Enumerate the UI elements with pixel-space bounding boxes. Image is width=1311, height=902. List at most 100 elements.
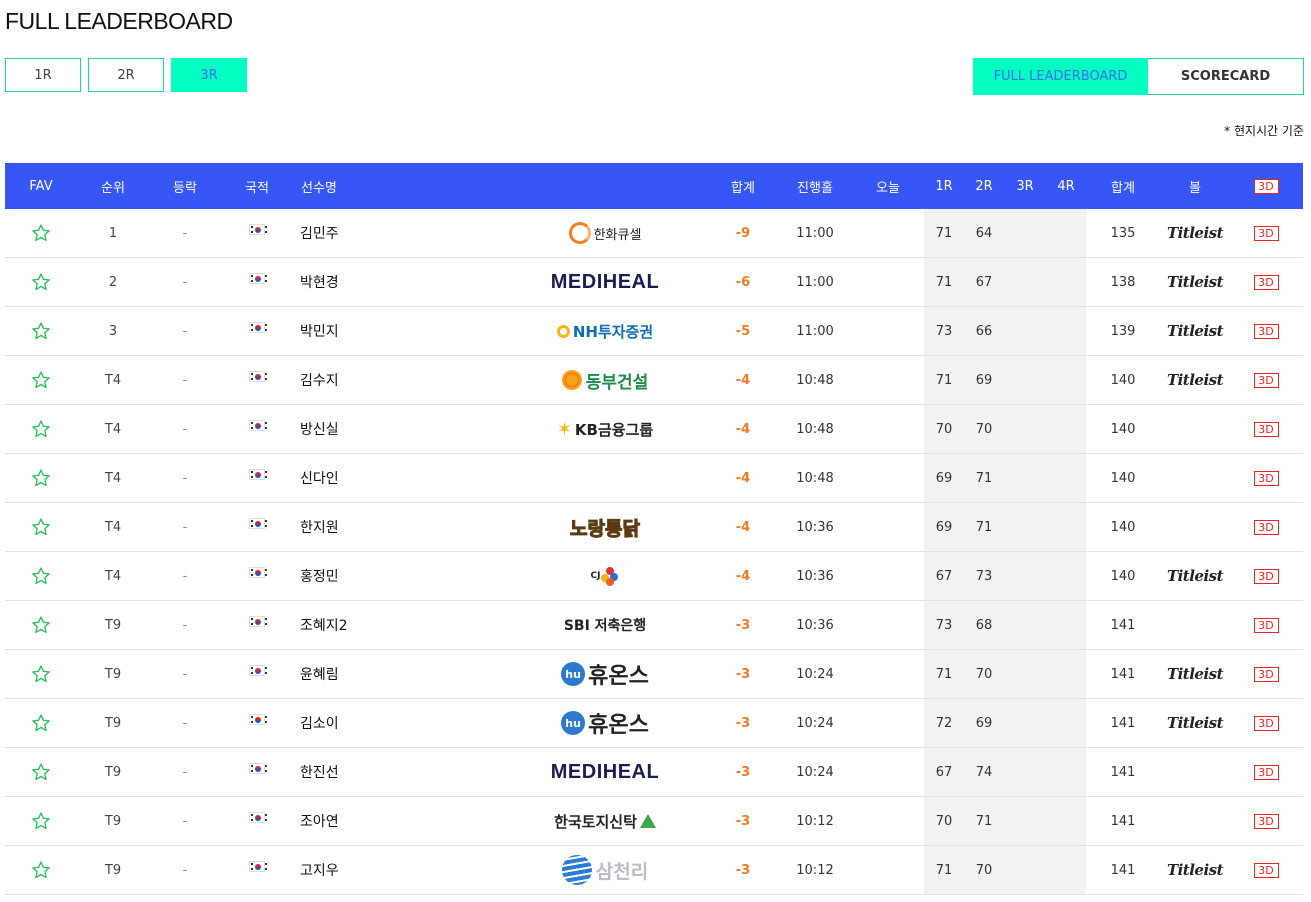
table-row[interactable]: T4 - 홍정민 CJ -4 10:36 67 73 140 Titleist 3D: [5, 552, 1303, 601]
view-3d-button[interactable]: 3D: [1253, 764, 1279, 780]
round-1-score: 67: [935, 764, 953, 780]
player-name[interactable]: 방신실: [300, 405, 500, 453]
tab-full-leaderboard[interactable]: FULL LEADERBOARD: [973, 58, 1148, 95]
player-name[interactable]: 김민주: [300, 209, 500, 257]
view-3d-button[interactable]: 3D: [1253, 715, 1279, 731]
player-name[interactable]: 김소이: [300, 699, 500, 747]
player-name[interactable]: 김수지: [300, 356, 500, 404]
view-3d-button[interactable]: 3D: [1253, 421, 1279, 437]
view-3d-button[interactable]: 3D: [1253, 470, 1279, 486]
table-row[interactable]: T9 - 조혜지2 SBI 저축은행 -3 10:36 73 68 141 3D: [5, 601, 1303, 650]
view-3d-button[interactable]: 3D: [1253, 813, 1279, 829]
table-row[interactable]: T9 - 윤혜림 hu 휴온스 -3 10:24 71 70 141 Titleist 3D: [5, 650, 1303, 699]
sponsor-logo-huons: hu 휴온스: [561, 658, 649, 690]
table-row[interactable]: T4 - 방신실 ✶ KB금융그룹 -4 10:48 70 70 140 3D: [5, 405, 1303, 454]
view-3d-button[interactable]: 3D: [1253, 666, 1279, 682]
view-3d-button[interactable]: 3D: [1253, 519, 1279, 535]
favorite-star-icon[interactable]: [31, 468, 51, 488]
tee-time: 11:00: [796, 274, 834, 290]
korea-flag-icon: [249, 860, 267, 872]
favorite-star-icon[interactable]: [31, 811, 51, 831]
player-name[interactable]: 박민지: [300, 307, 500, 355]
favorite-star-icon[interactable]: [31, 370, 51, 390]
view-3d-button[interactable]: 3D: [1253, 568, 1279, 584]
player-name[interactable]: 조혜지2: [300, 601, 500, 649]
favorite-star-icon[interactable]: [31, 517, 51, 537]
tab-round-2[interactable]: 2R: [88, 58, 164, 92]
table-row[interactable]: T9 - 조아연 한국토지신탁 -3 10:12 70 71 141 3D: [5, 797, 1303, 846]
total-to-par: -4: [735, 372, 751, 388]
table-row[interactable]: 1 - 김민주 한화큐셀 -9 11:00 71 64 135 Titleist 3D: [5, 209, 1303, 258]
player-name[interactable]: 한지원: [300, 503, 500, 551]
favorite-star-icon[interactable]: [31, 321, 51, 341]
tee-time: 10:48: [796, 372, 834, 388]
rank-change: -: [182, 715, 188, 731]
total-strokes: 141: [1110, 617, 1136, 633]
rank-change: -: [182, 323, 188, 339]
round-1-score: 70: [935, 813, 953, 829]
round-tabs: 1R 2R 3R: [5, 58, 247, 92]
sponsor-text: CJ: [590, 571, 601, 581]
tab-round-1[interactable]: 1R: [5, 58, 81, 92]
favorite-star-icon[interactable]: [31, 615, 51, 635]
favorite-star-icon[interactable]: [31, 566, 51, 586]
header-r2: 2R: [975, 178, 993, 194]
header-today: 오늘: [876, 180, 900, 196]
rank-change: -: [182, 421, 188, 437]
rank-change: -: [182, 764, 188, 780]
rank-change: -: [182, 225, 188, 241]
favorite-star-icon[interactable]: [31, 762, 51, 782]
view-3d-button[interactable]: 3D: [1253, 225, 1279, 241]
player-name[interactable]: 고지우: [300, 846, 500, 894]
ball-brand-logo: Titleist: [1166, 273, 1224, 291]
korea-flag-icon: [249, 566, 267, 578]
table-row[interactable]: T4 - 김수지 동부건설 -4 10:48 71 69 140 Titleist 3D: [5, 356, 1303, 405]
tee-time: 10:24: [796, 715, 834, 731]
favorite-star-icon[interactable]: [31, 223, 51, 243]
total-strokes: 140: [1110, 470, 1136, 486]
ball-brand-logo: Titleist: [1166, 224, 1224, 242]
round-1-score: 73: [935, 617, 953, 633]
table-row[interactable]: 2 - 박현경 MEDIHEAL -6 11:00 71 67 138 Titleist 3D: [5, 258, 1303, 307]
round-1-score: 71: [935, 274, 953, 290]
table-row[interactable]: T9 - 김소이 hu 휴온스 -3 10:24 72 69 141 Titleist 3D: [5, 699, 1303, 748]
player-name[interactable]: 박현경: [300, 258, 500, 306]
tab-scorecard[interactable]: SCORECARD: [1148, 58, 1304, 95]
player-name[interactable]: 조아연: [300, 797, 500, 845]
player-name[interactable]: 한진선: [300, 748, 500, 796]
hanwha-swirl-icon: [568, 222, 591, 244]
table-row[interactable]: 3 - 박민지 NH투자증권 -5 11:00 73 66 139 Titleist 3D: [5, 307, 1303, 356]
favorite-star-icon[interactable]: [31, 419, 51, 439]
view-3d-button[interactable]: 3D: [1253, 862, 1279, 878]
favorite-star-icon[interactable]: [31, 272, 51, 292]
rank: T9: [104, 715, 122, 731]
sponsor-logo-nh: NH투자증권: [556, 321, 653, 342]
view-3d-button[interactable]: 3D: [1253, 372, 1279, 388]
view-3d-button[interactable]: 3D: [1253, 274, 1279, 290]
player-name[interactable]: 윤혜림: [300, 650, 500, 698]
rank: T9: [104, 666, 122, 682]
favorite-star-icon[interactable]: [31, 860, 51, 880]
table-row[interactable]: T9 - 한진선 MEDIHEAL -3 10:24 67 74 141 3D: [5, 748, 1303, 797]
table-row[interactable]: T4 - 신다인 -4 10:48 69 71 140 3D: [5, 454, 1303, 503]
table-row[interactable]: T4 - 한지원 노랑통닭 -4 10:36 69 71 140 3D: [5, 503, 1303, 552]
kb-star-icon: ✶: [556, 418, 572, 440]
total-strokes: 140: [1110, 421, 1136, 437]
favorite-star-icon[interactable]: [31, 713, 51, 733]
total-to-par: -6: [735, 274, 751, 290]
favorite-star-icon[interactable]: [31, 664, 51, 684]
rank-change: -: [182, 666, 188, 682]
korea-flag-icon: [249, 419, 267, 431]
total-strokes: 140: [1110, 372, 1136, 388]
tab-round-3[interactable]: 3R: [171, 58, 247, 92]
rank-change: -: [182, 519, 188, 535]
view-3d-button[interactable]: 3D: [1253, 617, 1279, 633]
rank: T4: [104, 372, 122, 388]
view-3d-button[interactable]: 3D: [1253, 323, 1279, 339]
rank: T4: [104, 568, 122, 584]
sponsor-text: 휴온스: [588, 713, 649, 738]
player-name[interactable]: 홍정민: [300, 552, 500, 600]
round-2-score: 66: [975, 323, 993, 339]
table-row[interactable]: T9 - 고지우 삼천리 -3 10:12 71 70 141 Titleist 3D: [5, 846, 1303, 895]
player-name[interactable]: 신다인: [300, 454, 500, 502]
